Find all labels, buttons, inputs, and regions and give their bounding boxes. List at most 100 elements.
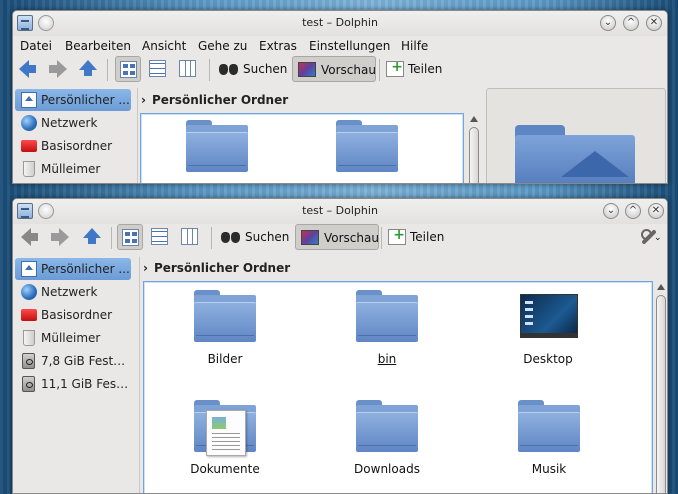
place-disk-2[interactable]: 11,1 GiB Festp...: [15, 373, 131, 395]
breadcrumb[interactable]: › Persönlicher Ordner: [141, 93, 288, 113]
menu-bearbeiten[interactable]: Bearbeiten: [65, 39, 131, 53]
split-icon: [386, 59, 404, 77]
folder-icon[interactable]: [186, 120, 248, 172]
details-view-button[interactable]: [145, 56, 171, 82]
menu-datei[interactable]: Datei: [20, 39, 52, 53]
trash-icon: [23, 330, 35, 346]
place-home[interactable]: Persönlicher ...: [15, 89, 131, 111]
chevron-right-icon: ›: [143, 261, 148, 275]
breadcrumb[interactable]: › Persönlicher Ordner: [143, 261, 290, 281]
split-label: Teilen: [408, 62, 443, 76]
scroll-up-arrow-icon[interactable]: [470, 116, 478, 122]
arrow-up-icon: [79, 60, 97, 76]
folder-icon: [194, 290, 256, 342]
place-label: Mülleimer: [41, 331, 101, 345]
menubar: Datei Bearbeiten Ansicht Gehe zu Extras …: [13, 36, 667, 56]
file-name: Downloads: [354, 462, 420, 476]
details-view-icon: [149, 60, 166, 77]
place-root[interactable]: Basisordner: [15, 135, 131, 157]
titlebar[interactable]: test – Dolphin ⌄ ^ ✕: [13, 11, 667, 36]
breadcrumb-home[interactable]: Persönlicher Ordner: [152, 93, 288, 107]
preview-icon: [298, 62, 316, 77]
desktop-preview-thumbnail: [520, 294, 578, 338]
panel-splitter[interactable]: [139, 257, 140, 493]
root-folder-icon: [21, 309, 37, 321]
place-network[interactable]: Netzwerk: [15, 281, 131, 303]
search-label: Suchen: [245, 230, 290, 244]
trash-icon: [23, 161, 35, 177]
place-label: 11,1 GiB Festp...: [41, 377, 131, 391]
up-button[interactable]: [79, 224, 105, 250]
toolbar-separator: [211, 227, 212, 249]
arrow-left-icon: [21, 228, 38, 246]
place-network[interactable]: Netzwerk: [15, 112, 131, 134]
home-folder-preview-icon: [515, 125, 635, 183]
menu-extras[interactable]: Extras: [259, 39, 297, 53]
folder-icon: [518, 400, 580, 452]
icons-view-button[interactable]: [115, 56, 141, 82]
scroll-thumb[interactable]: [469, 127, 479, 183]
titlebar[interactable]: test – Dolphin ⌄ ^ ✕: [13, 199, 667, 224]
window-title: test – Dolphin: [302, 16, 378, 29]
place-root[interactable]: Basisordner: [15, 304, 131, 326]
scroll-thumb[interactable]: [656, 295, 666, 493]
close-button[interactable]: ✕: [646, 15, 662, 31]
details-view-icon: [151, 228, 168, 245]
place-disk-1[interactable]: 7,8 GiB Festpl...: [15, 350, 131, 372]
forward-button[interactable]: [45, 56, 71, 82]
split-button[interactable]: Teilen: [383, 224, 445, 250]
preview-button[interactable]: Vorschau: [292, 56, 376, 82]
icons-view-button[interactable]: [117, 224, 143, 250]
place-label: Persönlicher ...: [41, 262, 130, 276]
place-label: Netzwerk: [41, 116, 98, 130]
toolbar-separator: [107, 59, 108, 81]
maximize-button[interactable]: ^: [623, 15, 639, 31]
maximize-button[interactable]: ^: [625, 203, 641, 219]
up-button[interactable]: [75, 56, 101, 82]
back-button[interactable]: [15, 56, 41, 82]
columns-view-button[interactable]: [175, 56, 201, 82]
preview-button[interactable]: Vorschau: [295, 224, 379, 250]
breadcrumb-home[interactable]: Persönlicher Ordner: [154, 261, 290, 275]
scrollbar[interactable]: [654, 281, 667, 493]
menu-einstellungen[interactable]: Einstellungen: [309, 39, 390, 53]
place-home[interactable]: Persönlicher ...: [15, 258, 131, 280]
folder-icon[interactable]: [336, 120, 398, 172]
search-button[interactable]: Suchen: [217, 224, 289, 250]
scrollbar[interactable]: [467, 113, 481, 183]
preview-icon: [301, 230, 319, 245]
place-trash[interactable]: Mülleimer: [15, 158, 131, 180]
place-label: Persönlicher ...: [41, 93, 130, 107]
toolbar-separator: [381, 227, 382, 249]
menu-hilfe[interactable]: Hilfe: [401, 39, 428, 53]
file-view[interactable]: [140, 113, 464, 183]
columns-view-button[interactable]: [177, 224, 203, 250]
binoculars-icon: [219, 62, 239, 76]
menu-ansicht[interactable]: Ansicht: [142, 39, 186, 53]
folder-icon: [356, 400, 418, 452]
file-name: Musik: [531, 462, 567, 476]
forward-button[interactable]: [45, 224, 71, 250]
toolbar: Suchen Vorschau Teilen ⌄: [13, 224, 667, 254]
search-button[interactable]: Suchen: [215, 56, 287, 82]
scroll-up-arrow-icon[interactable]: [657, 284, 665, 290]
place-trash[interactable]: Mülleimer: [15, 327, 131, 349]
home-icon: [21, 261, 37, 277]
panel-splitter[interactable]: [137, 88, 138, 183]
search-label: Suchen: [243, 62, 288, 76]
configure-toolbar-button[interactable]: ⌄: [637, 224, 665, 250]
details-view-button[interactable]: [147, 224, 173, 250]
minimize-button[interactable]: ⌄: [600, 15, 616, 31]
close-button[interactable]: ✕: [648, 203, 664, 219]
chevron-right-icon: ›: [141, 93, 146, 107]
split-button[interactable]: Teilen: [381, 56, 443, 82]
file-view[interactable]: Bilder bin Desktop Dokumente Downloads M…: [143, 281, 653, 493]
toolbar-separator: [111, 227, 112, 249]
split-label: Teilen: [410, 230, 445, 244]
minimize-button[interactable]: ⌄: [603, 203, 619, 219]
dolphin-window-front: test – Dolphin ⌄ ^ ✕ Suchen Vorschau Tei…: [12, 198, 668, 494]
back-button[interactable]: [15, 224, 41, 250]
menu-gehe-zu[interactable]: Gehe zu: [198, 39, 247, 53]
information-panel: [486, 88, 666, 183]
toolbar-separator: [379, 59, 380, 81]
